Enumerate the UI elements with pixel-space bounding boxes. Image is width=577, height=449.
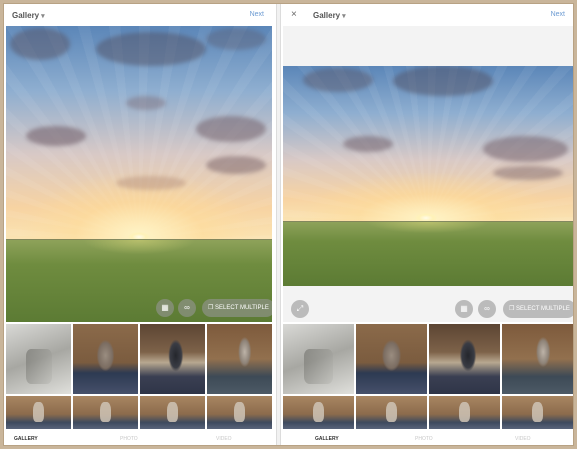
thumbnail-grid (6, 324, 272, 429)
gallery-dropdown[interactable]: Gallery ▾ (313, 11, 346, 20)
cloud (206, 156, 266, 174)
top-bar: Gallery ▾ Next (6, 4, 272, 26)
chevron-down-icon: ▾ (342, 13, 346, 20)
tab-gallery[interactable]: GALLERY (315, 436, 339, 442)
thumbnail[interactable] (140, 396, 205, 429)
pet (234, 401, 245, 422)
expand-icon: ⤢ (296, 304, 304, 313)
cloud (10, 28, 70, 60)
layout-icon: ▦ (161, 303, 169, 312)
layout-button[interactable]: ▦ (156, 299, 174, 317)
screenshot-frame: Gallery ▾ Next ▦ ∞ ❐ SELECT MULTIPLE GAL… (3, 3, 574, 446)
gallery-panel-right: × Gallery▾ Next ⤢ ▦ ∞ ❐ SELECT MULTIPLE (283, 4, 573, 445)
thumbnail[interactable] (429, 324, 500, 394)
thumbnail[interactable] (207, 324, 272, 394)
select-multiple-label: SELECT MULTIPLE (516, 306, 570, 312)
expand-button[interactable]: ⤢ (291, 300, 309, 318)
boomerang-icon: ∞ (484, 304, 490, 313)
thumbnail[interactable] (6, 324, 71, 394)
cloud (483, 136, 568, 162)
thumbnail-grid (283, 324, 573, 429)
select-multiple-button[interactable]: ❐ SELECT MULTIPLE (503, 300, 573, 318)
pet (385, 401, 398, 422)
cloud (26, 126, 86, 146)
tab-photo[interactable]: PHOTO (415, 436, 433, 442)
thumbnail[interactable] (73, 396, 138, 429)
thumbnail[interactable] (502, 396, 573, 429)
cat-figure (25, 348, 52, 384)
thumbnail[interactable] (502, 324, 573, 394)
layout-icon: ▦ (460, 304, 468, 313)
photo-preview[interactable]: ▦ ∞ ❐ SELECT MULTIPLE (6, 26, 272, 322)
pet (100, 401, 111, 422)
pet (312, 401, 325, 422)
next-button[interactable]: Next (250, 11, 264, 18)
letterbox-top (283, 26, 573, 66)
tab-gallery[interactable]: GALLERY (14, 436, 38, 442)
thumbnail[interactable] (6, 396, 71, 429)
pet (531, 401, 544, 422)
select-multiple-label: SELECT MULTIPLE (215, 305, 269, 311)
cloud (493, 166, 563, 180)
tool-bar: ⤢ ▦ ∞ ❐ SELECT MULTIPLE (283, 286, 573, 322)
thumbnail[interactable] (207, 396, 272, 429)
pet (458, 401, 471, 422)
boomerang-icon: ∞ (184, 303, 190, 312)
cloud (393, 66, 493, 96)
gallery-dropdown[interactable]: Gallery ▾ (12, 11, 45, 20)
close-icon[interactable]: × (291, 9, 297, 20)
thumbnail[interactable] (283, 324, 354, 394)
cloud (116, 176, 186, 190)
cloud (126, 96, 166, 110)
pet (167, 401, 178, 422)
panel-divider (276, 4, 281, 445)
thumbnail[interactable] (356, 396, 427, 429)
multiple-select-icon: ❐ (208, 305, 216, 311)
thumbnail[interactable] (140, 324, 205, 394)
gallery-title: Gallery (12, 11, 40, 20)
cloud (303, 68, 373, 92)
tab-video[interactable]: VIDEO (515, 436, 531, 442)
select-multiple-button[interactable]: ❐ SELECT MULTIPLE (202, 299, 272, 317)
multiple-select-icon: ❐ (509, 306, 517, 312)
bottom-tab-bar: GALLERY PHOTO VIDEO (6, 431, 272, 445)
thumbnail[interactable] (283, 396, 354, 429)
pet (33, 401, 44, 422)
cloud (196, 116, 266, 142)
boomerang-button[interactable]: ∞ (178, 299, 196, 317)
cloud (96, 32, 206, 66)
tab-video[interactable]: VIDEO (216, 436, 232, 442)
layout-button[interactable]: ▦ (455, 300, 473, 318)
cat-figure (304, 348, 333, 384)
gallery-panel-left: Gallery ▾ Next ▦ ∞ ❐ SELECT MULTIPLE GAL… (6, 4, 272, 445)
next-button[interactable]: Next (551, 11, 565, 18)
top-bar: × Gallery ▾ Next (283, 4, 573, 26)
thumbnail[interactable] (356, 324, 427, 394)
gallery-title: Gallery (313, 11, 341, 20)
cloud (206, 28, 266, 50)
boomerang-button[interactable]: ∞ (478, 300, 496, 318)
tab-photo[interactable]: PHOTO (120, 436, 138, 442)
bottom-tab-bar: GALLERY PHOTO VIDEO (283, 431, 573, 445)
photo-preview[interactable] (283, 66, 573, 286)
cloud (343, 136, 393, 152)
chevron-down-icon: ▾ (41, 13, 45, 20)
field (283, 222, 573, 286)
thumbnail[interactable] (429, 396, 500, 429)
thumbnail[interactable] (73, 324, 138, 394)
